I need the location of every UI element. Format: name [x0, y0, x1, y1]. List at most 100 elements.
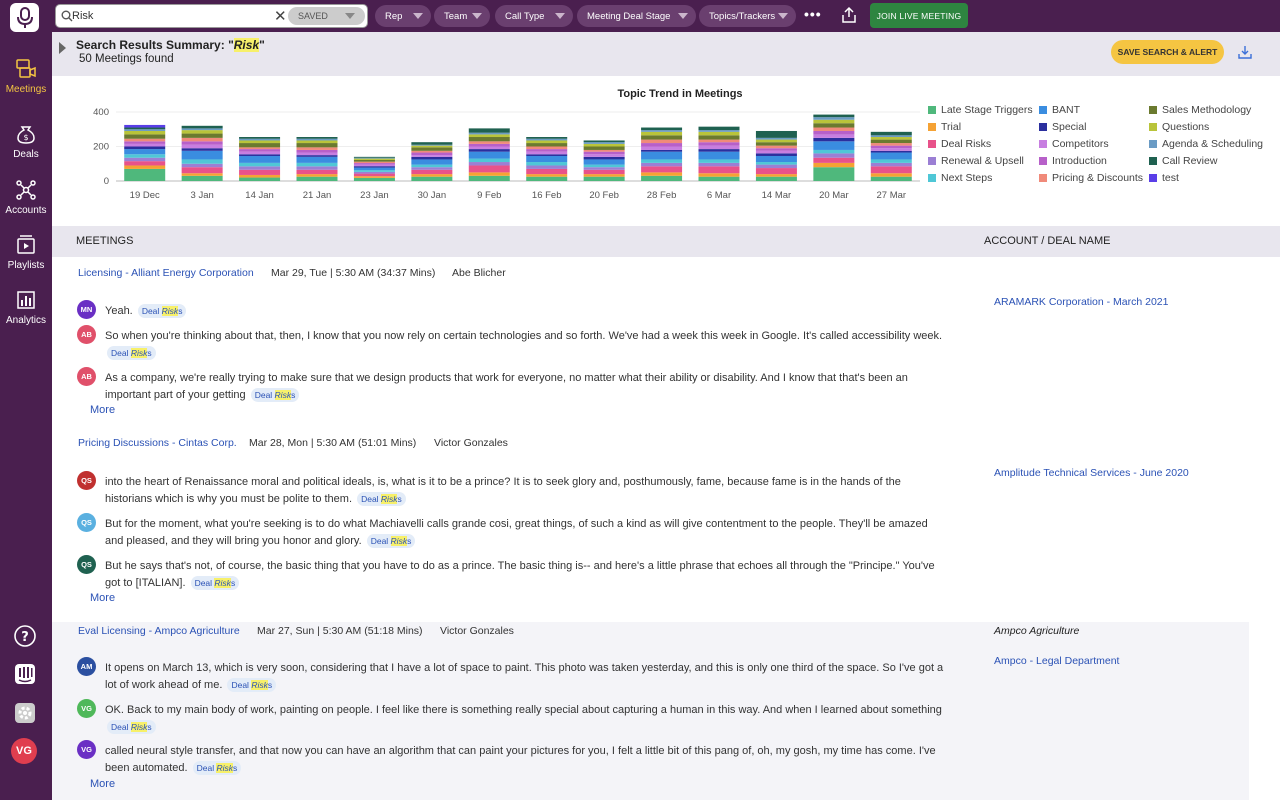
- bar-segment[interactable]: [181, 173, 223, 176]
- meeting-title-link[interactable]: Pricing Discussions - Cintas Corp.: [78, 437, 237, 449]
- legend-item[interactable]: Agenda & Scheduling: [1149, 138, 1263, 150]
- bar-segment[interactable]: [124, 149, 166, 155]
- bar-segment[interactable]: [583, 169, 625, 175]
- legend-item[interactable]: Late Stage Triggers: [928, 104, 1033, 116]
- bar-segment[interactable]: [353, 167, 395, 171]
- bar-segment[interactable]: [181, 144, 223, 149]
- bar-segment[interactable]: [296, 143, 338, 148]
- bar-segment[interactable]: [698, 151, 740, 160]
- bar-segment[interactable]: [296, 152, 338, 156]
- bar-segment[interactable]: [239, 137, 281, 139]
- bar-segment[interactable]: [124, 143, 166, 147]
- bar-segment[interactable]: [468, 162, 510, 166]
- more-options-icon[interactable]: •••: [804, 6, 822, 22]
- app-logo[interactable]: [10, 3, 39, 32]
- bar-segment[interactable]: [124, 165, 166, 169]
- bar-segment[interactable]: [641, 172, 683, 176]
- bar-segment[interactable]: [870, 148, 912, 151]
- sidebar-item-accounts[interactable]: Accounts: [0, 179, 52, 227]
- bar-segment[interactable]: [181, 175, 223, 181]
- bar-segment[interactable]: [813, 141, 855, 150]
- bar-segment[interactable]: [468, 149, 510, 152]
- bar-segment[interactable]: [296, 137, 338, 139]
- bar-segment[interactable]: [698, 162, 740, 167]
- bar-segment[interactable]: [468, 146, 510, 150]
- bar-segment[interactable]: [296, 169, 338, 175]
- bar-segment[interactable]: [755, 176, 797, 181]
- bar-segment[interactable]: [755, 130, 797, 138]
- bar-segment[interactable]: [870, 152, 912, 160]
- bar-segment[interactable]: [411, 155, 453, 157]
- bar-segment[interactable]: [870, 145, 912, 149]
- bar-segment[interactable]: [526, 155, 568, 163]
- bar-segment[interactable]: [239, 149, 281, 152]
- bar-segment[interactable]: [583, 146, 625, 150]
- bar-segment[interactable]: [526, 151, 568, 155]
- bar-segment[interactable]: [583, 142, 625, 144]
- bar-segment[interactable]: [870, 150, 912, 153]
- bar-segment[interactable]: [813, 149, 855, 154]
- help-icon[interactable]: ?: [12, 623, 38, 649]
- bar-segment[interactable]: [296, 156, 338, 163]
- bar-segment[interactable]: [181, 128, 223, 131]
- bar-segment[interactable]: [583, 154, 625, 157]
- bar-segment[interactable]: [813, 119, 855, 124]
- bar-segment[interactable]: [870, 159, 912, 163]
- bar-segment[interactable]: [296, 176, 338, 181]
- bar-segment[interactable]: [239, 151, 281, 155]
- bar-segment[interactable]: [698, 139, 740, 143]
- bar-segment[interactable]: [583, 167, 625, 170]
- bar-segment[interactable]: [124, 129, 166, 131]
- bar-segment[interactable]: [583, 149, 625, 152]
- topic-tag[interactable]: Deal Risks: [190, 576, 240, 590]
- bar-segment[interactable]: [813, 127, 855, 131]
- bar-segment[interactable]: [353, 173, 395, 177]
- bar-segment[interactable]: [296, 174, 338, 177]
- bar-segment[interactable]: [181, 150, 223, 160]
- legend-item[interactable]: Introduction: [1039, 155, 1107, 167]
- sidebar-item-playlists[interactable]: Playlists: [0, 234, 52, 282]
- legend-item[interactable]: Pricing & Discounts: [1039, 172, 1143, 184]
- bar-segment[interactable]: [353, 171, 395, 174]
- bar-segment[interactable]: [641, 159, 683, 163]
- bar-segment[interactable]: [813, 167, 855, 181]
- bar-segment[interactable]: [526, 165, 568, 169]
- bar-segment[interactable]: [468, 165, 510, 173]
- bar-segment[interactable]: [239, 177, 281, 181]
- bar-segment[interactable]: [411, 145, 453, 148]
- bar-segment[interactable]: [468, 134, 510, 138]
- bar-segment[interactable]: [124, 141, 166, 144]
- bar-segment[interactable]: [181, 125, 223, 129]
- bar-segment[interactable]: [583, 176, 625, 181]
- bar-segment[interactable]: [468, 172, 510, 176]
- bar-segment[interactable]: [813, 114, 855, 118]
- topic-tag[interactable]: Deal Risks: [107, 346, 156, 360]
- bar-segment[interactable]: [526, 143, 568, 147]
- bar-segment[interactable]: [181, 163, 223, 168]
- sidebar-item-analytics[interactable]: Analytics: [0, 289, 52, 337]
- bar-segment[interactable]: [813, 162, 855, 168]
- bar-segment[interactable]: [526, 176, 568, 181]
- bar-segment[interactable]: [870, 166, 912, 174]
- legend-item[interactable]: Competitors: [1039, 138, 1109, 150]
- bar-segment[interactable]: [641, 143, 683, 147]
- filter-topics-trackers[interactable]: Topics/Trackers: [699, 5, 796, 27]
- bar-segment[interactable]: [755, 162, 797, 165]
- bar-segment[interactable]: [411, 147, 453, 151]
- meeting-title-link[interactable]: Eval Licensing - Ampco Agriculture: [78, 625, 240, 637]
- bar-segment[interactable]: [755, 148, 797, 151]
- bar-segment[interactable]: [181, 148, 223, 151]
- bar-segment[interactable]: [468, 143, 510, 147]
- bar-segment[interactable]: [870, 173, 912, 177]
- bar-segment[interactable]: [870, 162, 912, 167]
- user-avatar[interactable]: VG: [11, 738, 37, 764]
- saved-searches-dropdown[interactable]: SAVED: [288, 7, 365, 25]
- bar-segment[interactable]: [526, 154, 568, 156]
- bar-segment[interactable]: [870, 135, 912, 138]
- share-icon[interactable]: [840, 6, 858, 24]
- bar-segment[interactable]: [526, 146, 568, 150]
- bar-segment[interactable]: [755, 137, 797, 140]
- bar-segment[interactable]: [813, 157, 855, 163]
- gear-icon[interactable]: [12, 700, 38, 726]
- bar-segment[interactable]: [181, 167, 223, 174]
